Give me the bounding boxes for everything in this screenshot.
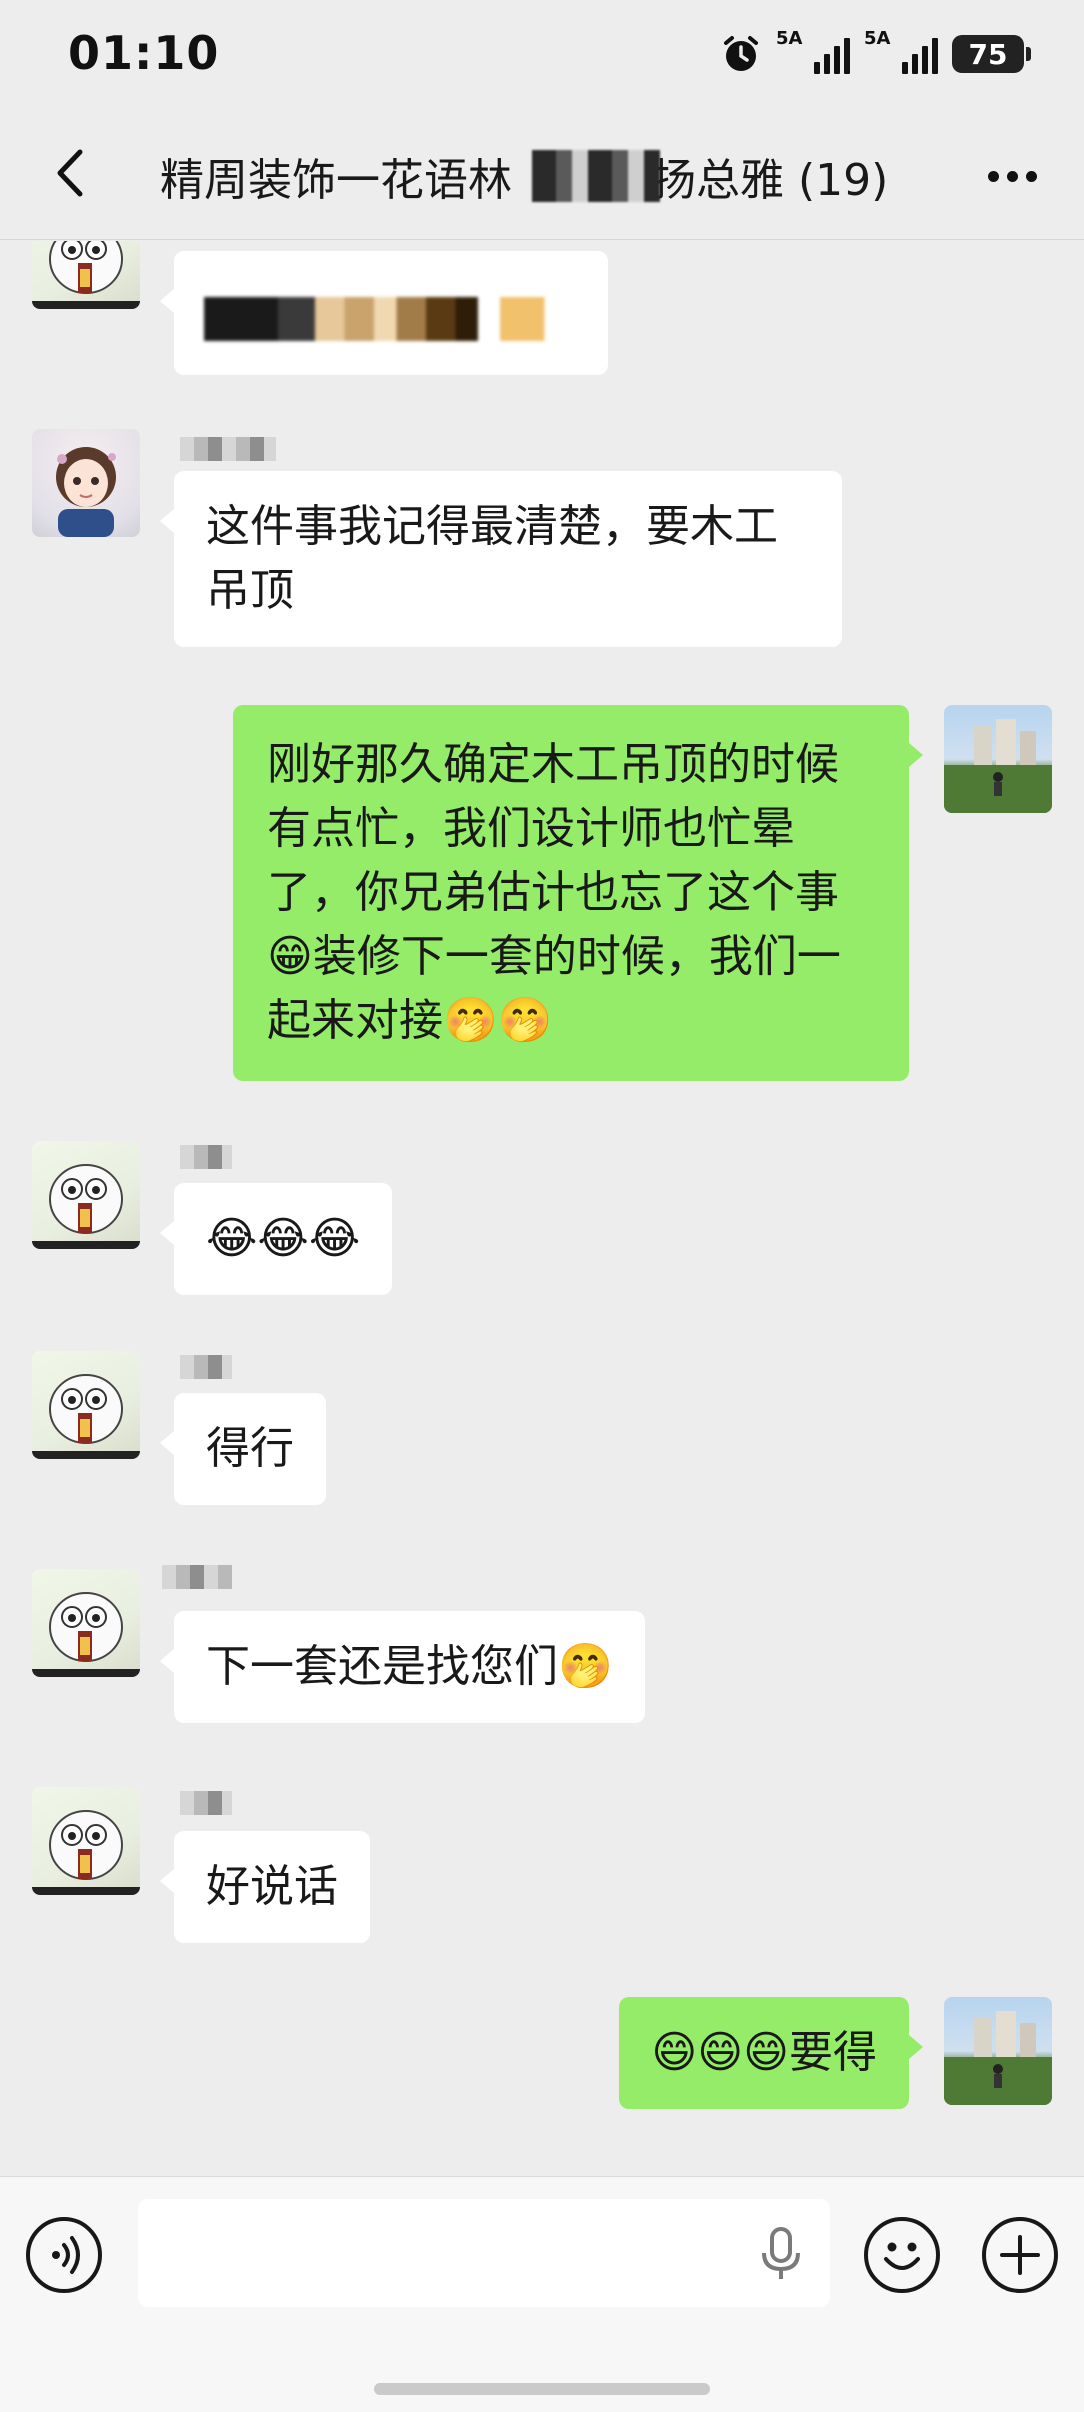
message-text: 下一套还是找您们🤭 <box>206 1641 613 1692</box>
signal-icon-2: 5A <box>864 28 938 74</box>
message-text-line: 😁装修下一套的时候，我们一 <box>267 931 841 982</box>
plus-icon[interactable] <box>982 2217 1058 2293</box>
message-text: 好说话 <box>206 1861 338 1912</box>
signal-icon-1: 5A <box>776 28 850 74</box>
photo-avatar-icon <box>944 719 1052 813</box>
message-bubble[interactable]: 好说话 <box>160 1831 370 1943</box>
message-text-line: 了，你兄弟估计也忘了这个事 <box>267 867 839 918</box>
message-text-line: 有点忙，我们设计师也忙晕 <box>267 803 795 854</box>
message-text: 😂😂😂 <box>206 1213 361 1264</box>
sender-avatar[interactable] <box>32 429 140 537</box>
message-text-line: 这件事我记得最清楚，要木工 <box>206 501 778 552</box>
redacted-sender-name <box>180 1355 232 1379</box>
photo-avatar-icon <box>944 2011 1052 2105</box>
sender-avatar[interactable] <box>32 1787 140 1895</box>
goat-avatar-icon <box>32 241 140 309</box>
redacted-sender-name <box>180 1791 232 1815</box>
signal-2-label: 5A <box>864 28 891 49</box>
sender-avatar[interactable] <box>32 1569 140 1677</box>
chat-title-text: 精周装饰一花语林 <box>160 155 512 206</box>
status-bar: 01:10 5A 5A 75 <box>0 0 1084 110</box>
redacted-sender-name <box>162 1565 232 1589</box>
more-options-icon[interactable] <box>976 146 1048 206</box>
chat-header: 精周装饰一花语林 扬总雅 (19) <box>0 110 1084 240</box>
redacted-sender-name <box>180 1145 232 1169</box>
my-avatar[interactable] <box>944 705 1052 813</box>
message-text-line: 吊顶 <box>206 565 294 616</box>
redacted-title-part <box>532 150 660 202</box>
home-indicator[interactable] <box>374 2383 710 2395</box>
microphone-icon[interactable] <box>756 2223 806 2283</box>
my-avatar[interactable] <box>944 1997 1052 2105</box>
message-text-line: 起来对接🤭🤭 <box>267 995 553 1046</box>
message-text: 😄😄😄要得 <box>651 2027 877 2078</box>
message-bubble[interactable]: 😄😄😄要得 <box>619 1997 923 2109</box>
alarm-icon <box>724 36 758 71</box>
status-icons: 5A 5A 75 <box>720 28 1031 78</box>
redacted-message-content <box>204 297 574 341</box>
message-text: 得行 <box>206 1423 294 1474</box>
message-bubble[interactable]: 得行 <box>160 1393 326 1505</box>
message-bubble[interactable]: 这件事我记得最清楚，要木工 吊顶 <box>160 471 842 647</box>
chat-screen: 01:10 5A 5A 75 精周装饰一花语林 扬总雅 (19) 这件事我记得最… <box>0 0 1084 2412</box>
sender-avatar[interactable] <box>32 1141 140 1249</box>
input-bar <box>0 2176 1084 2412</box>
sender-avatar[interactable] <box>32 1351 140 1459</box>
chat-title-tail: 扬总雅 <box>652 155 784 206</box>
voice-mode-icon[interactable] <box>26 2217 102 2293</box>
message-list[interactable]: 这件事我记得最清楚，要木工 吊顶 刚好那久确定木工吊顶的时候 有点忙，我们设计师… <box>0 241 1084 2175</box>
redacted-sender-name <box>180 437 276 461</box>
goat-avatar-icon <box>32 1374 140 1459</box>
sender-avatar[interactable] <box>32 241 140 309</box>
message-bubble[interactable]: 下一套还是找您们🤭 <box>160 1611 645 1723</box>
goat-avatar-icon <box>32 1810 140 1895</box>
battery-level: 75 <box>968 37 1008 71</box>
goat-avatar-icon <box>32 1592 140 1677</box>
signal-1-label: 5A <box>776 28 803 49</box>
battery-icon: 75 <box>952 35 1031 73</box>
girl-avatar-icon <box>56 447 116 537</box>
message-bubble[interactable] <box>160 251 608 375</box>
message-text-line: 刚好那久确定木工吊顶的时候 <box>267 739 839 790</box>
message-bubble[interactable]: 刚好那久确定木工吊顶的时候 有点忙，我们设计师也忙晕 了，你兄弟估计也忘了这个事… <box>233 705 923 1081</box>
message-input[interactable] <box>138 2199 830 2307</box>
back-arrow-icon[interactable] <box>38 138 108 208</box>
emoji-icon[interactable] <box>864 2217 940 2293</box>
member-count: (19) <box>798 155 889 206</box>
goat-avatar-icon <box>32 1164 140 1249</box>
status-time: 01:10 <box>68 26 220 80</box>
message-bubble[interactable]: 😂😂😂 <box>159 1183 393 1295</box>
